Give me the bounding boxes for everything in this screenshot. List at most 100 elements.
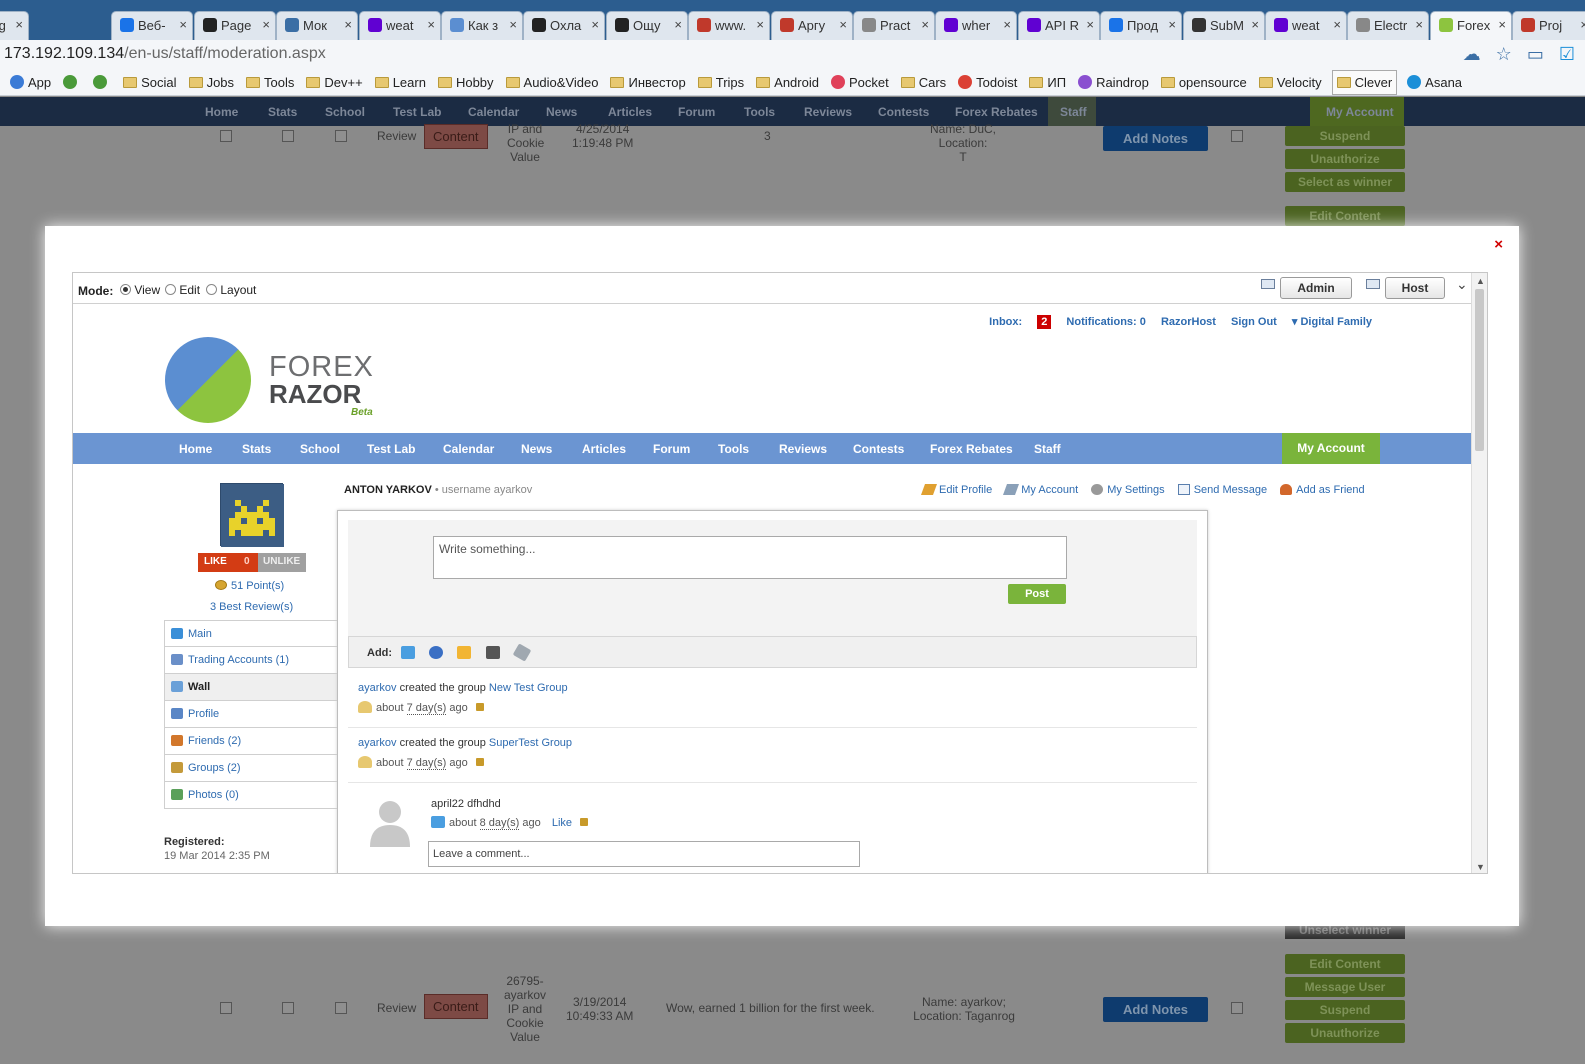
bookmark-item[interactable]: Audio&Video — [504, 70, 601, 95]
unauthorize-button[interactable]: Unauthorize — [1285, 1023, 1405, 1043]
side-menu-friends[interactable]: Friends (2) — [164, 728, 337, 755]
bookmark-item[interactable]: Cars — [899, 70, 948, 95]
tab-close-icon[interactable]: × — [756, 17, 764, 32]
row-checkbox[interactable] — [220, 130, 232, 142]
profile-avatar[interactable] — [220, 483, 284, 547]
lock-icon[interactable] — [475, 758, 484, 766]
side-menu-photos[interactable]: Photos (0) — [164, 782, 337, 809]
tab-close-icon[interactable]: × — [509, 17, 517, 32]
feed-user-link[interactable]: ayarkov — [358, 682, 397, 694]
lock-icon[interactable] — [475, 703, 484, 711]
background-nav-item[interactable]: Contests — [878, 105, 929, 119]
nav-contests[interactable]: Contests — [853, 442, 904, 456]
digital-family-dropdown[interactable]: ▾ Digital Family — [1292, 316, 1372, 328]
tab-close-icon[interactable]: × — [921, 17, 929, 32]
background-nav-item[interactable]: Staff — [1060, 105, 1087, 119]
feed-group-link[interactable]: SuperTest Group — [489, 737, 572, 749]
mode-edit-radio[interactable] — [165, 284, 176, 295]
nav-forum[interactable]: Forum — [653, 442, 690, 456]
bookmark-item[interactable] — [61, 70, 83, 95]
background-nav-item[interactable]: Forex Rebates — [955, 105, 1038, 119]
row-checkbox[interactable] — [1231, 130, 1243, 142]
nav-reviews[interactable]: Reviews — [779, 442, 827, 456]
edit-profile-link[interactable]: Edit Profile — [920, 484, 992, 496]
background-nav-item[interactable]: News — [546, 105, 577, 119]
bookmark-item[interactable]: Asana — [1405, 70, 1464, 95]
add-friend-link[interactable]: Add as Friend — [1280, 484, 1365, 496]
background-nav-item[interactable]: Reviews — [804, 105, 852, 119]
tab-close-icon[interactable]: × — [1086, 17, 1094, 32]
comment-input[interactable]: Leave a comment... — [428, 841, 860, 867]
browser-tab[interactable]: www. × — [688, 11, 770, 40]
collapse-chevron-icon[interactable]: ⌄ — [1456, 276, 1468, 293]
username-link[interactable]: RazorHost — [1161, 316, 1216, 328]
upload-icon[interactable]: ☁ — [1463, 44, 1481, 64]
row-checkbox[interactable] — [282, 130, 294, 142]
tab-close-icon[interactable]: × — [1580, 17, 1585, 32]
browser-tab[interactable]: SubM × — [1183, 11, 1265, 40]
browser-tab[interactable]: Proj × — [1512, 11, 1585, 40]
edit-content-button[interactable]: Edit Content — [1285, 954, 1405, 974]
my-settings-link[interactable]: My Settings — [1091, 484, 1165, 496]
bookmark-item[interactable]: Hobby — [436, 70, 496, 95]
bookmark-item[interactable]: opensource — [1159, 70, 1249, 95]
close-icon[interactable]: × — [1494, 236, 1503, 253]
tab-close-icon[interactable]: × — [344, 17, 352, 32]
nav-tools[interactable]: Tools — [718, 442, 749, 456]
unlike-button[interactable]: UNLIKE — [258, 553, 306, 572]
tab-close-icon[interactable]: × — [1003, 17, 1011, 32]
mode-view-radio[interactable] — [120, 284, 131, 295]
background-nav-item[interactable]: Forum — [678, 105, 715, 119]
bookmark-item[interactable]: Learn — [373, 70, 428, 95]
browser-tab[interactable]: Ощу × — [606, 11, 688, 40]
bookmark-item[interactable]: Dev++ — [304, 70, 364, 95]
browser-tab[interactable]: wher × — [935, 11, 1017, 40]
mode-edit-option[interactable]: Edit — [165, 283, 200, 297]
mode-layout-radio[interactable] — [206, 284, 217, 295]
background-nav-item[interactable]: Home — [205, 105, 238, 119]
browser-tab[interactable]: Pract × — [853, 11, 935, 40]
lock-icon[interactable] — [580, 818, 589, 826]
tab-close-icon[interactable]: × — [1168, 17, 1176, 32]
tab-close-icon[interactable]: × — [1415, 17, 1423, 32]
tab-close-icon[interactable]: × — [262, 17, 270, 32]
browser-tab[interactable]: Прод × — [1100, 11, 1182, 40]
bookmark-item[interactable] — [91, 70, 113, 95]
background-nav-item[interactable]: My Account — [1326, 105, 1394, 119]
note-icon[interactable] — [457, 646, 471, 659]
globe-icon[interactable] — [429, 646, 443, 659]
bookmark-item[interactable]: Jobs — [187, 70, 236, 95]
select-winner-button[interactable]: Select as winner — [1285, 172, 1405, 192]
attachment-icon[interactable] — [512, 643, 532, 662]
scroll-up-icon[interactable]: ▲ — [1476, 276, 1485, 286]
status-like-link[interactable]: Like — [552, 817, 572, 829]
nav-articles[interactable]: Articles — [582, 442, 626, 456]
suspend-button[interactable]: Suspend — [1285, 126, 1405, 146]
scroll-down-icon[interactable]: ▼ — [1476, 862, 1485, 872]
notifications-link[interactable]: Notifications: 0 — [1066, 316, 1145, 328]
tab-close-icon[interactable]: × — [427, 17, 435, 32]
feed-group-link[interactable]: New Test Group — [489, 682, 568, 694]
background-nav-item[interactable]: Calendar — [468, 105, 519, 119]
badge-icon[interactable]: ☑ — [1559, 44, 1575, 64]
browser-tab[interactable]: Мок × — [276, 11, 358, 40]
star-icon[interactable]: ☆ — [1496, 44, 1512, 64]
background-nav-item[interactable]: Stats — [268, 105, 297, 119]
nav-staff[interactable]: Staff — [1034, 442, 1061, 456]
sign-out-link[interactable]: Sign Out — [1231, 316, 1277, 328]
nav-home[interactable]: Home — [179, 442, 212, 456]
points-link[interactable]: 51 Point(s) — [215, 580, 284, 592]
frame-scrollbar[interactable]: ▲ ▼ — [1471, 273, 1487, 873]
nav-school[interactable]: School — [300, 442, 340, 456]
feed-user-link[interactable]: ayarkov — [358, 737, 397, 749]
tab-close-icon[interactable]: × — [1333, 17, 1341, 32]
nav-forex-rebates[interactable]: Forex Rebates — [930, 442, 1013, 456]
bookmark-item[interactable]: Pocket — [829, 70, 891, 95]
content-button[interactable]: Content — [424, 124, 488, 149]
edit-content-button[interactable]: Edit Content — [1285, 206, 1405, 226]
suspend-button[interactable]: Suspend — [1285, 1000, 1405, 1020]
background-nav-item[interactable]: Tools — [744, 105, 775, 119]
tab-close-icon[interactable]: × — [179, 17, 187, 32]
post-button[interactable]: Post — [1008, 584, 1066, 604]
row-checkbox[interactable] — [335, 1002, 347, 1014]
